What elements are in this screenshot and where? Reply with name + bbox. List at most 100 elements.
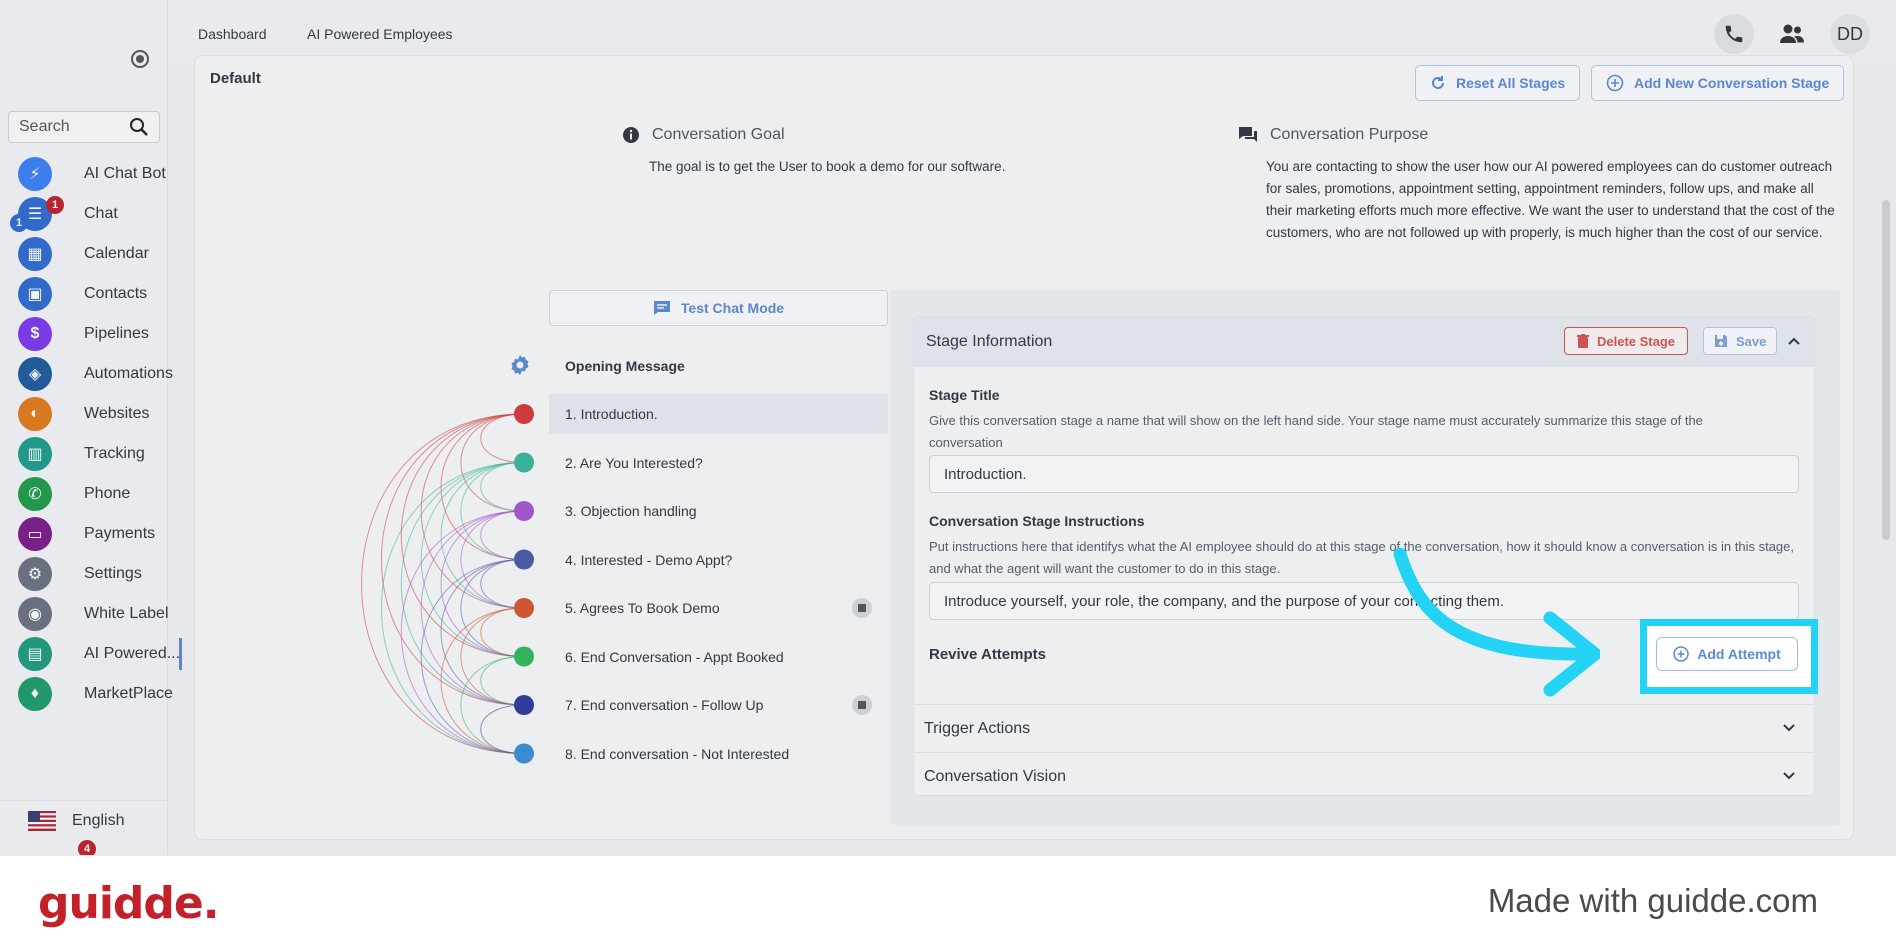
stage-connection-line xyxy=(380,462,525,754)
comments-icon xyxy=(1239,127,1257,142)
stage-node xyxy=(514,452,534,473)
stage-item[interactable]: 7. End conversation - Follow Up xyxy=(549,685,888,725)
stage-item[interactable]: 5. Agrees To Book Demo xyxy=(549,588,888,628)
calendar-icon: ▦ xyxy=(18,237,52,271)
instructions-input[interactable]: Introduce yourself, your role, the compa… xyxy=(929,582,1799,620)
chevron-down-icon xyxy=(1783,772,1795,780)
stage-label: 7. End conversation - Follow Up xyxy=(565,697,764,713)
sidebar-item-payments[interactable]: ▭ Payments xyxy=(18,514,168,554)
sidebar-item-phone[interactable]: ✆ Phone xyxy=(18,474,168,514)
stage-item[interactable]: 6. End Conversation - Appt Booked xyxy=(549,637,888,677)
sidebar-toggle-icon[interactable] xyxy=(131,50,149,68)
language-selector[interactable]: English xyxy=(0,800,168,840)
chevron-down-icon xyxy=(1783,724,1795,732)
stage-item[interactable]: 3. Objection handling xyxy=(549,491,888,531)
sidebar-item-white-label[interactable]: ◉ White Label xyxy=(18,594,169,634)
stage-node xyxy=(514,549,534,570)
palette-icon: ◉ xyxy=(18,597,52,631)
test-chat-label: Test Chat Mode xyxy=(680,300,785,316)
delete-stage-button[interactable]: Delete Stage xyxy=(1564,327,1689,355)
trigger-actions-row[interactable]: Trigger Actions xyxy=(914,704,1814,752)
save-button[interactable]: Save xyxy=(1703,327,1778,355)
save-label: Save xyxy=(1736,333,1767,349)
sidebar-item-contacts[interactable]: ▣ Contacts xyxy=(18,274,168,314)
users-button[interactable] xyxy=(1772,14,1812,54)
goal-title-text: Conversation Goal xyxy=(652,126,785,143)
refresh-icon xyxy=(1432,76,1444,89)
instructions-label: Conversation Stage Instructions xyxy=(929,513,1145,529)
stage-item[interactable]: 1. Introduction. xyxy=(549,394,888,434)
search-input[interactable]: Search xyxy=(8,111,160,143)
made-with-text: Made with guidde.com xyxy=(1487,882,1818,919)
users-icon xyxy=(1780,24,1804,43)
stage-node xyxy=(514,695,534,715)
delete-stage-label: Delete Stage xyxy=(1597,333,1676,349)
conversation-vision-row[interactable]: Conversation Vision xyxy=(914,752,1814,800)
stage-label: 4. Interested - Demo Appt? xyxy=(565,551,733,568)
chat-unread-badge: 1 xyxy=(10,214,28,232)
sidebar-item-chat[interactable]: ☰ Chat 1 1 xyxy=(10,194,168,234)
tab-dashboard[interactable]: Dashboard xyxy=(198,26,267,42)
opening-message-item[interactable]: Opening Message xyxy=(549,346,888,386)
add-new-conversation-stage-button[interactable]: Add New Conversation Stage xyxy=(1591,65,1845,101)
stage-connections-diagram xyxy=(361,404,534,764)
conversation-goal-text: The goal is to get the User to book a de… xyxy=(649,159,1006,174)
opening-message-settings-gear-icon[interactable] xyxy=(508,353,532,377)
sidebar-item-settings[interactable]: ⚙ Settings xyxy=(18,554,168,594)
sidebar-item-calendar[interactable]: ▦ Calendar xyxy=(18,234,168,274)
sidebar-item-tracking[interactable]: ▥ Tracking xyxy=(18,434,168,474)
websites-icon: ◐ xyxy=(18,397,52,431)
sidebar-item-label: Calendar xyxy=(84,245,149,262)
stage-title-help: Give this conversation stage a name that… xyxy=(929,413,1703,450)
sidebar-item-label: Settings xyxy=(84,565,142,582)
dollar-icon: $ xyxy=(18,317,52,351)
conversation-vision-label: Conversation Vision xyxy=(924,767,1067,785)
card-icon: ▭ xyxy=(18,517,52,551)
plus-circle-icon xyxy=(1606,74,1624,92)
sidebar-item-label: Phone xyxy=(84,485,131,502)
sidebar-item-label: Contacts xyxy=(84,285,148,302)
avatar[interactable]: DD xyxy=(1830,14,1870,54)
add-attempt-button[interactable]: Add Attempt xyxy=(1656,637,1798,671)
scrollbar-thumb[interactable] xyxy=(1882,200,1890,540)
sidebar-item-label: AI Powered... xyxy=(84,645,181,662)
stage-label: 5. Agrees To Book Demo xyxy=(565,600,720,616)
sidebar-item-websites[interactable]: ◐ Websites xyxy=(18,394,168,434)
sidebar-item-label: White Label xyxy=(84,605,169,622)
reset-all-stages-button[interactable]: Reset All Stages xyxy=(1415,65,1581,101)
phone-icon xyxy=(1725,25,1743,43)
calendar-icon[interactable] xyxy=(852,598,872,618)
sidebar-item-pipelines[interactable]: $ Pipelines xyxy=(18,314,168,354)
trash-icon xyxy=(1577,334,1589,348)
test-chat-mode-button[interactable]: Test Chat Mode xyxy=(549,290,888,326)
conversation-purpose-text: You are contacting to show the user how … xyxy=(1266,159,1835,240)
stage-item[interactable]: 2. Are You Interested? xyxy=(549,443,888,483)
tab-ai-powered-employees[interactable]: AI Powered Employees xyxy=(307,26,453,59)
sidebar-item-ai-powered[interactable]: ▤ AI Powered... xyxy=(18,634,182,674)
add-attempt-label: Add Attempt xyxy=(1697,646,1781,662)
phone-call-button[interactable] xyxy=(1714,14,1754,54)
sidebar-item-label: Websites xyxy=(84,405,150,422)
sidebar-item-marketplace[interactable]: ♦ MarketPlace xyxy=(18,674,173,714)
conversation-goal-title: Conversation Goal xyxy=(622,126,785,144)
gear-icon: ⚙ xyxy=(18,557,52,591)
message-icon[interactable] xyxy=(852,695,872,715)
chart-icon: ▥ xyxy=(18,437,52,471)
chat-bubble-icon xyxy=(653,301,670,315)
section-label: Default xyxy=(210,70,261,87)
sidebar-item-label: Automations xyxy=(84,365,173,382)
sidebar-item-ai-chat-bot[interactable]: ⚡ AI Chat Bot xyxy=(18,154,168,194)
guidde-logo: guidde. xyxy=(38,878,219,929)
sidebar-item-automations[interactable]: ◈ Automations xyxy=(18,354,173,394)
stage-item[interactable]: 4. Interested - Demo Appt? xyxy=(549,540,888,580)
floppy-disk-icon xyxy=(1715,335,1727,347)
stage-title-label: Stage Title xyxy=(929,387,1000,403)
stage-label: 3. Objection handling xyxy=(565,503,697,519)
chevron-up-icon[interactable] xyxy=(1787,334,1801,348)
stage-information-title: Stage Information xyxy=(926,333,1053,350)
language-label: English xyxy=(72,811,125,829)
stage-title-input[interactable]: Introduction. xyxy=(929,455,1799,493)
plus-circle-icon xyxy=(1673,646,1690,662)
stage-item[interactable]: 8. End conversation - Not Interested xyxy=(549,734,888,774)
stage-label: 8. End conversation - Not Interested xyxy=(565,745,790,762)
